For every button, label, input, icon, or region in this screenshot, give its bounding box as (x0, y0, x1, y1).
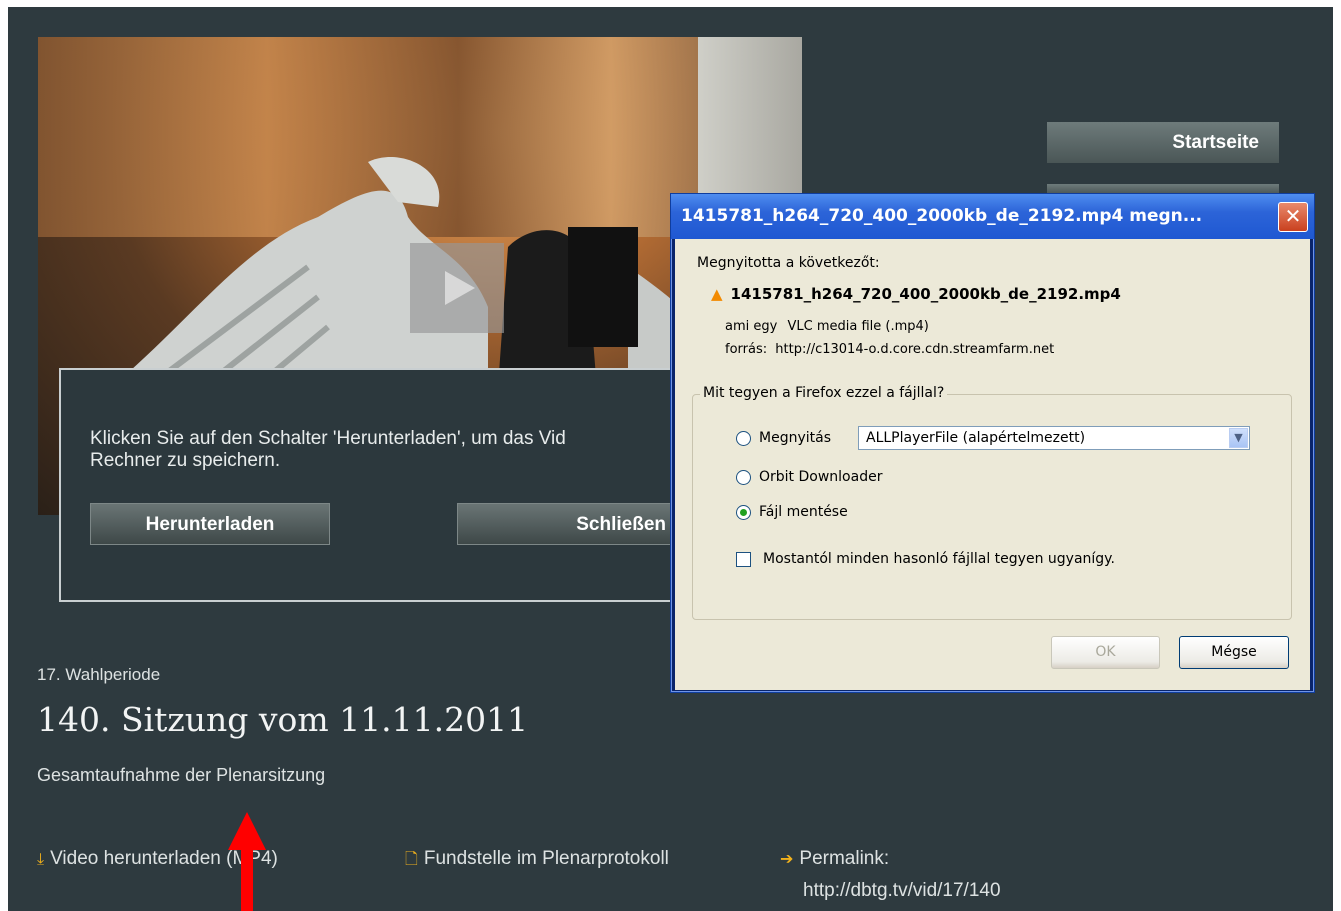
option-save-label: Fájl mentése (759, 504, 848, 520)
file-type: VLC media file (.mp4) (787, 319, 929, 334)
election-period: 17. Wahlperiode (37, 665, 161, 684)
permalink-block: ➔ Permalink: (780, 848, 889, 870)
source-url: http://c13014-o.d.core.cdn.streamfarm.ne… (775, 342, 1055, 357)
permalink-url[interactable]: http://dbtg.tv/vid/17/140 (803, 880, 1001, 902)
remember-checkbox[interactable] (736, 552, 751, 567)
radio-open[interactable] (736, 431, 751, 446)
firefox-download-dialog: 1415781_h264_720_400_2000kb_de_2192.mp4 … (670, 193, 1315, 693)
option-orbit-label: Orbit Downloader (759, 469, 883, 485)
document-icon: 🗋 (405, 851, 418, 868)
cancel-button[interactable]: Mégse (1179, 636, 1289, 669)
close-overlay-button[interactable]: Schließen (457, 503, 697, 545)
protocol-link[interactable]: 🗋 Fundstelle im Plenarprotokoll (405, 848, 669, 875)
open-with-select[interactable]: ALLPlayerFile (alapértelmezett) ▼ (858, 426, 1250, 450)
option-open-label: Megnyitás (759, 430, 831, 446)
protocol-label: Fundstelle im Plenarprotokoll (423, 848, 669, 869)
radio-save[interactable] (736, 505, 751, 520)
overlay-message: Klicken Sie auf den Schalter 'Herunterla… (90, 428, 566, 471)
filename-row: ▲ 1415781_h264_720_400_2000kb_de_2192.mp4 (711, 285, 1121, 303)
chevron-down-icon[interactable]: ▼ (1229, 428, 1248, 448)
dialog-body: Megnyitotta a következőt: ▲ 1415781_h264_… (675, 239, 1310, 690)
red-arrow-annotation (228, 812, 266, 911)
type-prefix: ami egy (725, 319, 778, 334)
download-icon: ⤓ (37, 851, 45, 868)
session-subtitle: Gesamtaufnahme der Plenarsitzung (37, 765, 326, 785)
play-icon[interactable] (410, 243, 504, 333)
opened-label: Megnyitotta a következőt: (697, 255, 880, 271)
arrow-right-icon: ➔ (780, 851, 794, 868)
radio-orbit[interactable] (736, 470, 751, 485)
nav-home-button[interactable]: Startseite (1047, 122, 1279, 163)
permalink-label: Permalink: (799, 848, 890, 869)
close-icon[interactable]: ✕ (1278, 202, 1308, 232)
download-button[interactable]: Herunterladen (90, 503, 330, 545)
ok-button[interactable]: OK (1051, 636, 1160, 669)
source-prefix: forrás: (725, 342, 768, 357)
dialog-titlebar[interactable]: 1415781_h264_720_400_2000kb_de_2192.mp4 … (671, 194, 1314, 239)
open-with-value: ALLPlayerFile (alapértelmezett) (866, 430, 1086, 446)
filename: 1415781_h264_720_400_2000kb_de_2192.mp4 (730, 285, 1121, 303)
file-type-row: ami egy VLC media file (.mp4) (725, 319, 929, 334)
vlc-cone-icon: ▲ (711, 285, 723, 303)
dialog-title: 1415781_h264_720_400_2000kb_de_2192.mp4 … (681, 206, 1203, 226)
remember-label: Mostantól minden hasonló fájllal tegyen … (763, 551, 1115, 567)
action-question: Mit tegyen a Firefox ezzel a fájllal? (700, 385, 948, 401)
download-overlay: Klicken Sie auf den Schalter 'Herunterla… (59, 368, 699, 602)
session-title: 140. Sitzung vom 11.11.2011 (37, 700, 529, 739)
source-row: forrás: http://c13014-o.d.core.cdn.strea… (725, 342, 1054, 357)
